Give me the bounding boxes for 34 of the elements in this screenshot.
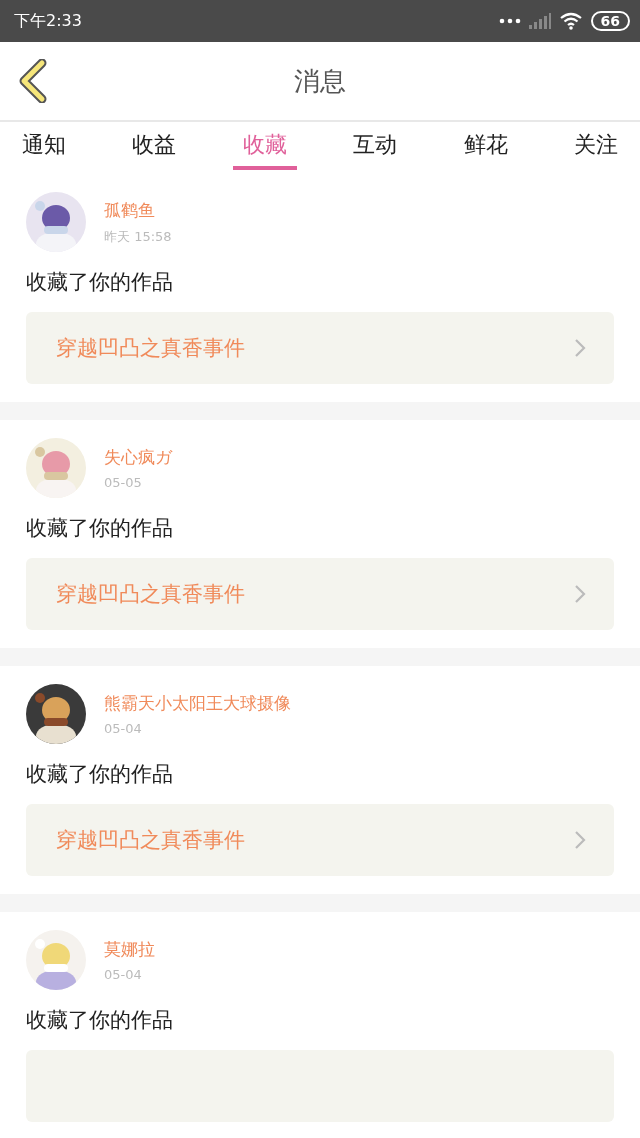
message-text: 收藏了你的作品 xyxy=(26,1007,174,1034)
tab[interactable]: 收藏 xyxy=(232,124,297,170)
work-title: 穿越凹凸之真香事件 xyxy=(56,827,245,854)
message-text: 收藏了你的作品 xyxy=(26,515,174,542)
chevron-right-icon xyxy=(574,584,586,604)
message-text: 收藏了你的作品 xyxy=(26,269,174,296)
work-link[interactable]: 穿越凹凸之真香事件 xyxy=(26,804,614,876)
chevron-right-icon xyxy=(574,338,586,358)
message-time: 昨天 15:58 xyxy=(104,227,172,246)
tab[interactable]: 互动 xyxy=(343,124,408,170)
message-time: 05-04 xyxy=(104,721,143,736)
tab[interactable]: 鲜花 xyxy=(453,124,518,170)
message-time: 05-05 xyxy=(104,475,143,490)
user-name[interactable]: 孤鹤鱼 xyxy=(104,198,172,222)
more-dots-icon xyxy=(498,18,521,24)
user-name[interactable]: 失心疯ガ xyxy=(104,446,172,469)
chevron-right-icon xyxy=(574,830,586,850)
message-text: 收藏了你的作品 xyxy=(26,761,174,788)
user-name[interactable]: 莫娜拉 xyxy=(104,938,155,961)
work-title: 穿越凹凸之真香事件 xyxy=(56,335,245,362)
tab[interactable]: 收益 xyxy=(122,124,187,170)
user-name[interactable]: 熊霸天小太阳王大球摄像 xyxy=(104,692,291,715)
work-link[interactable]: 穿越凹凸之真香事件 xyxy=(26,558,614,630)
clock-time: 下午2:33 xyxy=(14,10,82,32)
back-icon[interactable] xyxy=(18,59,48,103)
wifi-icon xyxy=(558,12,583,30)
battery-level: 66 xyxy=(590,11,630,31)
work-title: 穿越凹凸之真香事件 xyxy=(56,581,245,608)
work-link[interactable]: 穿越凹凸之真香事件 xyxy=(26,312,614,384)
signal-icon xyxy=(528,13,551,29)
tab[interactable]: 通知 xyxy=(12,124,76,170)
tab[interactable]: 关注 xyxy=(563,124,628,170)
page-title: 消息 xyxy=(294,64,346,98)
message-time: 05-04 xyxy=(104,967,143,982)
